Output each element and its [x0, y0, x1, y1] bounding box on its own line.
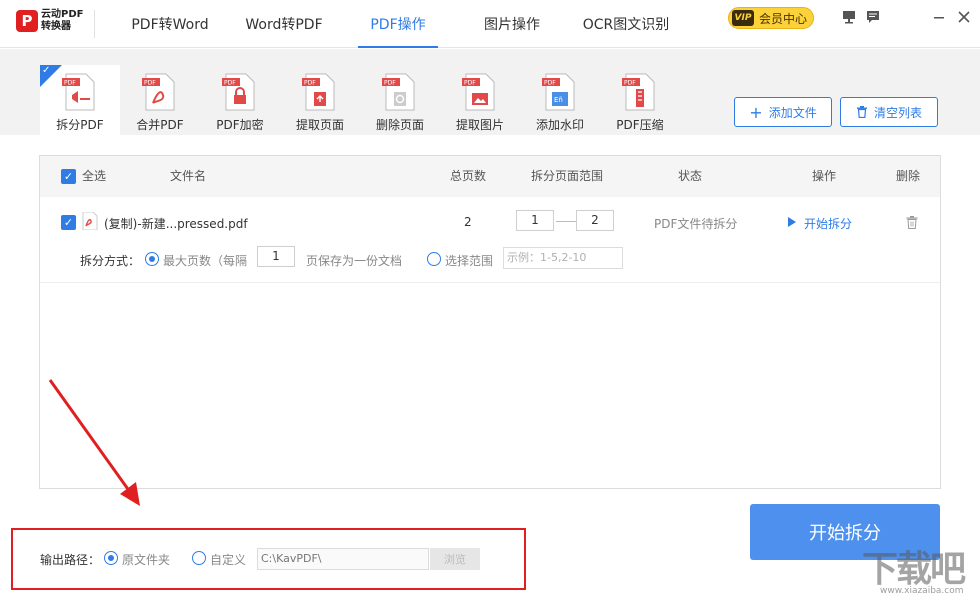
output-path-field[interactable]: C:\KavPDF\ — [257, 548, 429, 570]
title-bar: P 云动PDF 转换器 PDF转Word Word转PDF PDF操作 图片操作… — [0, 0, 980, 48]
pdf-file-icon — [82, 212, 98, 230]
header-status: 状态 — [678, 169, 703, 183]
tool-label: 拆分PDF — [56, 118, 104, 132]
mode-max-pages-radio[interactable] — [145, 252, 159, 266]
clear-list-button[interactable]: 清空列表 — [840, 97, 938, 127]
range-input[interactable]: 示例：1-5,2-10 — [503, 247, 623, 269]
divider — [94, 10, 95, 38]
header-total-pages: 总页数 — [450, 169, 487, 183]
tool-compress-pdf[interactable]: PDF PDF压缩 — [600, 65, 680, 135]
tab-pdf-operations[interactable]: PDF操作 — [358, 0, 438, 48]
watermark-icon: PDF Eñ — [542, 73, 575, 111]
tool-label: 添加水印 — [535, 118, 584, 132]
table-header: ✓ 全选 文件名 总页数 拆分页面范围 状态 操作 删除 — [40, 156, 940, 197]
logo-line1: 云动PDF — [41, 9, 84, 20]
tool-delete-pages[interactable]: PDF 删除页面 — [360, 65, 440, 135]
tool-label: 提取图片 — [455, 118, 504, 132]
svg-text:PDF: PDF — [144, 80, 156, 87]
tool-extract-images[interactable]: PDF 提取图片 — [440, 65, 520, 135]
svg-text:PDF: PDF — [64, 80, 76, 87]
merge-pdf-icon: PDF — [142, 73, 175, 111]
header-filename: 文件名 — [170, 169, 207, 183]
delete-row-icon[interactable] — [906, 216, 918, 229]
compress-icon: PDF — [622, 73, 655, 111]
mode-range-label: 选择范围 — [445, 254, 494, 268]
mode-max-pages-suffix: 页保存为一份文档 — [306, 254, 403, 268]
tool-label: 提取页面 — [295, 118, 344, 132]
close-icon[interactable] — [955, 8, 973, 26]
tab-pdf-to-word[interactable]: PDF转Word — [120, 0, 220, 48]
table-row: ✓ (复制)-新建...pressed.pdf 2 1 2 PDF文件待拆分 开… — [40, 197, 940, 283]
tool-split-pdf[interactable]: ✓ PDF 拆分PDF — [40, 65, 120, 135]
add-file-label: 添加文件 — [768, 105, 817, 120]
tool-merge-pdf[interactable]: PDF 合并PDF — [120, 65, 200, 135]
range-to-input[interactable]: 2 — [576, 210, 614, 231]
tool-extract-pages[interactable]: PDF 提取页面 — [280, 65, 360, 135]
tab-ocr[interactable]: OCR图文识别 — [574, 0, 678, 48]
minimize-icon[interactable] — [930, 8, 948, 26]
tool-label: 删除页面 — [375, 118, 424, 132]
monitor-icon[interactable] — [840, 8, 858, 26]
file-name: (复制)-新建...pressed.pdf — [104, 217, 248, 231]
select-all-checkbox[interactable]: ✓ — [61, 169, 76, 184]
extract-pages-icon: PDF — [302, 73, 335, 111]
output-source-radio[interactable] — [104, 551, 118, 565]
tool-label: 合并PDF — [136, 118, 184, 132]
vip-icon: VIP — [732, 10, 754, 26]
tool-add-watermark[interactable]: PDF Eñ 添加水印 — [520, 65, 600, 135]
site-watermark-url: www.xiazaiba.com — [880, 586, 964, 596]
trash-icon — [856, 106, 867, 118]
mode-max-pages-label: 最大页数（每隔 — [163, 254, 248, 268]
svg-text:PDF: PDF — [464, 80, 476, 87]
range-from-input[interactable]: 1 — [516, 210, 554, 231]
plus-icon: + — [749, 102, 763, 122]
header-select-all[interactable]: 全选 — [82, 156, 106, 197]
svg-text:PDF: PDF — [384, 80, 396, 87]
lock-icon: PDF — [222, 73, 255, 111]
site-watermark: 下载吧 — [862, 549, 966, 590]
tool-label: PDF加密 — [216, 118, 264, 132]
file-status: PDF文件待拆分 — [654, 217, 738, 231]
output-custom-radio[interactable] — [192, 551, 206, 565]
header-delete: 删除 — [896, 169, 921, 183]
mode-range-radio[interactable] — [427, 252, 441, 266]
file-list-panel: ✓ 全选 文件名 总页数 拆分页面范围 状态 操作 删除 ✓ (复制)-新建..… — [39, 155, 941, 489]
tab-image-operations[interactable]: 图片操作 — [472, 0, 552, 48]
output-label: 输出路径： — [40, 553, 101, 567]
max-pages-input[interactable]: 1 — [257, 246, 295, 267]
tool-label: PDF压缩 — [616, 118, 664, 132]
tool-encrypt-pdf[interactable]: PDF PDF加密 — [200, 65, 280, 135]
svg-text:PDF: PDF — [304, 80, 316, 87]
range-dash — [556, 221, 576, 222]
header-action: 操作 — [812, 169, 837, 183]
svg-text:Eñ: Eñ — [554, 96, 563, 104]
logo-line2: 转换器 — [41, 21, 71, 32]
start-split-link[interactable]: 开始拆分 — [804, 215, 852, 232]
message-icon[interactable] — [864, 8, 882, 26]
pdf-tools-toolbar: ✓ PDF 拆分PDF PDF 合并PDF PDF PDF加密 PDF 提取页面… — [0, 49, 980, 135]
vip-label: 会员中心 — [759, 11, 808, 26]
add-file-button[interactable]: + 添加文件 — [734, 97, 832, 127]
delete-pages-icon: PDF — [382, 73, 415, 111]
total-pages: 2 — [464, 215, 472, 229]
svg-text:PDF: PDF — [624, 80, 636, 87]
svg-text:PDF: PDF — [224, 80, 236, 87]
split-mode-label: 拆分方式： — [80, 254, 141, 268]
logo-mark: P — [16, 10, 38, 32]
split-pdf-icon: PDF — [62, 73, 95, 111]
svg-text:PDF: PDF — [544, 80, 556, 87]
browse-button[interactable]: 浏览 — [430, 548, 480, 570]
output-custom-label: 自定义 — [210, 553, 247, 567]
extract-images-icon: PDF — [462, 73, 495, 111]
row-checkbox[interactable]: ✓ — [61, 215, 76, 230]
header-split-range: 拆分页面范围 — [531, 169, 604, 183]
clear-list-label: 清空列表 — [873, 105, 922, 120]
vip-center-button[interactable]: VIP 会员中心 — [728, 7, 814, 29]
app-logo: P 云动PDF 转换器 — [16, 9, 83, 33]
play-icon[interactable] — [788, 217, 796, 227]
output-source-label: 原文件夹 — [122, 553, 171, 567]
tab-word-to-pdf[interactable]: Word转PDF — [234, 0, 334, 48]
